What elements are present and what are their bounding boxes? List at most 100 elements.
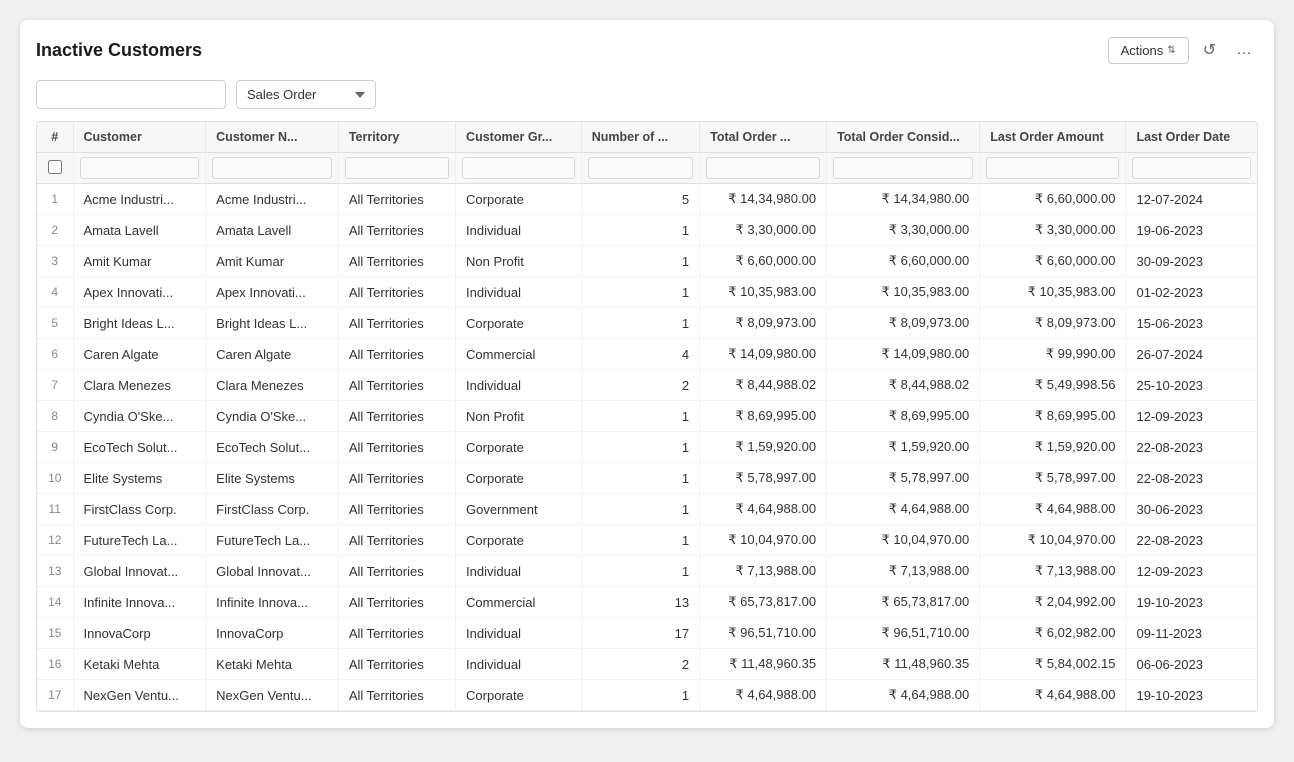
cell-num: 10: [37, 463, 73, 494]
cell-territory: All Territories: [338, 401, 455, 432]
cell-total-order: ₹ 10,04,970.00: [700, 525, 827, 556]
cell-last-order-date: 26-07-2024: [1126, 339, 1257, 370]
cell-customer-group: Government: [456, 494, 582, 525]
more-options-button[interactable]: …: [1230, 37, 1258, 63]
cell-territory: All Territories: [338, 308, 455, 339]
cell-customer-name: Caren Algate: [206, 339, 339, 370]
cell-customer-name: Acme Industri...: [206, 184, 339, 215]
table-row[interactable]: 6Caren AlgateCaren AlgateAll Territories…: [37, 339, 1257, 370]
cell-territory: All Territories: [338, 494, 455, 525]
cell-customer-name: Amata Lavell: [206, 215, 339, 246]
col-header-territory: Territory: [338, 122, 455, 153]
cell-total-order: ₹ 96,51,710.00: [700, 618, 827, 649]
cell-last-order-date: 12-09-2023: [1126, 556, 1257, 587]
cell-customer-group: Corporate: [456, 432, 582, 463]
filter-customer-input[interactable]: [80, 157, 200, 179]
cell-total-order: ₹ 10,35,983.00: [700, 277, 827, 308]
header-actions: Actions ⇅ ↺ …: [1108, 36, 1258, 64]
cell-num: 2: [37, 215, 73, 246]
table-row[interactable]: 7Clara MenezesClara MenezesAll Territori…: [37, 370, 1257, 401]
cell-last-order-date: 09-11-2023: [1126, 618, 1257, 649]
cell-number-of: 13: [581, 587, 699, 618]
table-row[interactable]: 10Elite SystemsElite SystemsAll Territor…: [37, 463, 1257, 494]
filter-territory-input[interactable]: [345, 157, 449, 179]
cell-num: 12: [37, 525, 73, 556]
filter-total-order-consid-input[interactable]: [833, 157, 973, 179]
table-row[interactable]: 5Bright Ideas L...Bright Ideas L...All T…: [37, 308, 1257, 339]
cell-total-order: ₹ 6,60,000.00: [700, 246, 827, 277]
cell-territory: All Territories: [338, 370, 455, 401]
filter-number-of-input[interactable]: [588, 157, 693, 179]
cell-customer: Infinite Innova...: [73, 587, 206, 618]
table-row[interactable]: 11FirstClass Corp.FirstClass Corp.All Te…: [37, 494, 1257, 525]
cell-customer: FutureTech La...: [73, 525, 206, 556]
cell-total-order-consid: ₹ 8,09,973.00: [827, 308, 980, 339]
cell-num: 11: [37, 494, 73, 525]
refresh-button[interactable]: ↺: [1197, 36, 1222, 64]
cell-total-order: ₹ 14,34,980.00: [700, 184, 827, 215]
count-input[interactable]: 30: [36, 80, 226, 109]
cell-customer-name: Infinite Innova...: [206, 587, 339, 618]
cell-territory: All Territories: [338, 246, 455, 277]
cell-total-order-consid: ₹ 96,51,710.00: [827, 618, 980, 649]
table-row[interactable]: 1Acme Industri...Acme Industri...All Ter…: [37, 184, 1257, 215]
table-row[interactable]: 9EcoTech Solut...EcoTech Solut...All Ter…: [37, 432, 1257, 463]
cell-num: 5: [37, 308, 73, 339]
table-row[interactable]: 3Amit KumarAmit KumarAll TerritoriesNon …: [37, 246, 1257, 277]
table-row[interactable]: 16Ketaki MehtaKetaki MehtaAll Territorie…: [37, 649, 1257, 680]
cell-last-order-date: 22-08-2023: [1126, 432, 1257, 463]
cell-customer-group: Individual: [456, 215, 582, 246]
cell-number-of: 1: [581, 308, 699, 339]
table-row[interactable]: 17NexGen Ventu...NexGen Ventu...All Terr…: [37, 680, 1257, 711]
filter-last-order-date: [1126, 153, 1257, 184]
table-row[interactable]: 15InnovaCorpInnovaCorpAll TerritoriesInd…: [37, 618, 1257, 649]
table-row[interactable]: 14Infinite Innova...Infinite Innova...Al…: [37, 587, 1257, 618]
inactive-customers-table: # Customer Customer N... Territory Custo…: [37, 122, 1257, 711]
cell-number-of: 1: [581, 401, 699, 432]
cell-customer-group: Non Profit: [456, 246, 582, 277]
table-row[interactable]: 13Global Innovat...Global Innovat...All …: [37, 556, 1257, 587]
col-header-customer-name: Customer N...: [206, 122, 339, 153]
filter-checkbox-cell: [37, 153, 73, 184]
actions-button[interactable]: Actions ⇅: [1108, 37, 1189, 64]
col-header-customer-group: Customer Gr...: [456, 122, 582, 153]
table-row[interactable]: 2Amata LavellAmata LavellAll Territories…: [37, 215, 1257, 246]
cell-customer-name: Clara Menezes: [206, 370, 339, 401]
cell-total-order-consid: ₹ 6,60,000.00: [827, 246, 980, 277]
cell-number-of: 1: [581, 556, 699, 587]
filter-customer-name-input[interactable]: [212, 157, 332, 179]
cell-number-of: 1: [581, 494, 699, 525]
table-row[interactable]: 12FutureTech La...FutureTech La...All Te…: [37, 525, 1257, 556]
select-all-checkbox[interactable]: [48, 160, 62, 174]
cell-territory: All Territories: [338, 556, 455, 587]
cell-total-order: ₹ 1,59,920.00: [700, 432, 827, 463]
order-type-select[interactable]: Sales Order Purchase Order Quotation: [236, 80, 376, 109]
cell-total-order-consid: ₹ 10,35,983.00: [827, 277, 980, 308]
filter-total-order-input[interactable]: [706, 157, 820, 179]
cell-last-order-amount: ₹ 5,49,998.56: [980, 370, 1126, 401]
cell-customer-name: NexGen Ventu...: [206, 680, 339, 711]
cell-last-order-date: 22-08-2023: [1126, 463, 1257, 494]
cell-total-order: ₹ 4,64,988.00: [700, 494, 827, 525]
col-header-customer: Customer: [73, 122, 206, 153]
table-wrapper: # Customer Customer N... Territory Custo…: [36, 121, 1258, 712]
cell-number-of: 2: [581, 370, 699, 401]
cell-total-order-consid: ₹ 14,34,980.00: [827, 184, 980, 215]
cell-customer-name: FirstClass Corp.: [206, 494, 339, 525]
cell-customer-group: Corporate: [456, 184, 582, 215]
cell-customer-name: FutureTech La...: [206, 525, 339, 556]
filter-last-order-amount-input[interactable]: [986, 157, 1119, 179]
filter-customer-name: [206, 153, 339, 184]
cell-last-order-date: 15-06-2023: [1126, 308, 1257, 339]
filter-last-order-date-input[interactable]: [1132, 157, 1251, 179]
cell-customer-name: Global Innovat...: [206, 556, 339, 587]
cell-customer-group: Individual: [456, 277, 582, 308]
cell-territory: All Territories: [338, 463, 455, 494]
cell-customer: NexGen Ventu...: [73, 680, 206, 711]
table-row[interactable]: 4Apex Innovati...Apex Innovati...All Ter…: [37, 277, 1257, 308]
cell-total-order: ₹ 14,09,980.00: [700, 339, 827, 370]
cell-territory: All Territories: [338, 587, 455, 618]
table-row[interactable]: 8Cyndia O'Ske...Cyndia O'Ske...All Terri…: [37, 401, 1257, 432]
cell-customer: Acme Industri...: [73, 184, 206, 215]
filter-customer-group-input[interactable]: [462, 157, 575, 179]
